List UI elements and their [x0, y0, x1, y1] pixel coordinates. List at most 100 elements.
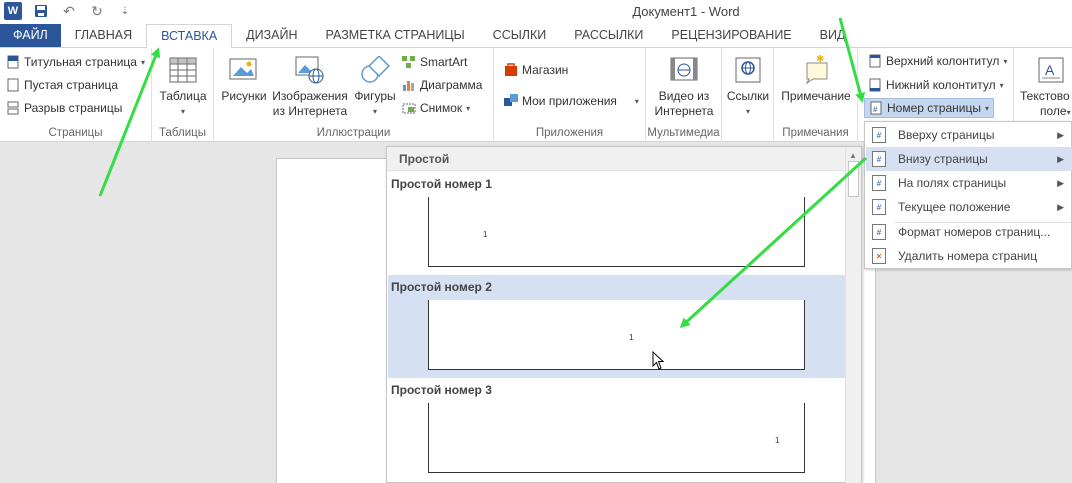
group-label-tables: Таблицы: [159, 127, 206, 139]
tab-view[interactable]: ВИД: [806, 24, 860, 47]
group-label-apps: Приложения: [535, 127, 604, 139]
group-illustrations: Рисунки Изображения из Интернета Фигуры …: [214, 48, 494, 142]
group-links: Ссылки ▾: [722, 48, 774, 142]
title-bar: W ↶ ↻ ⇣ Документ1 - Word: [0, 0, 1072, 24]
smartart-button[interactable]: SmartArt: [402, 55, 467, 69]
ribbon-tabs: ФАЙЛ ГЛАВНАЯ ВСТАВКА ДИЗАЙН РАЗМЕТКА СТР…: [0, 24, 1072, 49]
group-label-illustrations: Иллюстрации: [316, 127, 391, 139]
menu-item-page-margins[interactable]: # На полях страницы ▶: [866, 171, 1072, 195]
gallery-preview: 1: [428, 403, 805, 473]
menu-item-remove-page-numbers[interactable]: ✕ Удалить номера страниц: [866, 244, 1072, 268]
top-of-page-icon: #: [872, 127, 886, 143]
chevron-down-icon: ▾: [1003, 56, 1008, 66]
shapes-icon: [358, 54, 392, 86]
shapes-button[interactable]: Фигуры ▾: [352, 54, 398, 119]
svg-text:A: A: [1045, 62, 1055, 78]
tab-review[interactable]: РЕЦЕНЗИРОВАНИЕ: [657, 24, 805, 47]
page-break-button[interactable]: Разрыв страницы: [6, 101, 122, 115]
online-pictures-button[interactable]: Изображения из Интернета: [268, 54, 352, 119]
menu-item-current-position[interactable]: # Текущее положение ▶: [866, 195, 1072, 219]
page-margins-icon: #: [872, 175, 886, 191]
chevron-down-icon: ▾: [634, 96, 639, 106]
menu-item-format-page-numbers[interactable]: # Формат номеров страниц...: [866, 220, 1072, 244]
page-number-menu: # Вверху страницы ▶ # Внизу страницы ▶ #…: [864, 121, 1072, 269]
tab-design[interactable]: ДИЗАЙН: [232, 24, 311, 47]
footer-icon: [868, 78, 882, 92]
links-button[interactable]: Ссылки ▾: [724, 54, 772, 119]
online-video-button[interactable]: Видео из Интернета: [652, 54, 716, 119]
my-apps-button[interactable]: Мои приложения ▾: [504, 94, 639, 108]
footer-button[interactable]: Нижний колонтитул ▾: [868, 78, 1004, 92]
chart-icon: [402, 78, 416, 92]
header-icon: [868, 54, 882, 68]
chevron-down-icon: ▾: [372, 107, 377, 116]
format-page-numbers-icon: #: [872, 224, 886, 240]
scroll-thumb[interactable]: [848, 161, 859, 197]
chevron-right-icon: ▶: [1057, 201, 1064, 212]
header-button[interactable]: Верхний колонтитул ▾: [868, 54, 1007, 68]
group-comments: ✱ Примечание Примечания: [774, 48, 858, 142]
remove-page-numbers-icon: ✕: [872, 248, 886, 264]
menu-item-bottom-of-page[interactable]: # Внизу страницы ▶: [866, 147, 1072, 171]
window-title: Документ1 - Word: [632, 4, 740, 19]
group-label-pages: Страницы: [48, 127, 103, 139]
table-icon: [166, 54, 200, 86]
page-number-icon: #: [869, 101, 883, 115]
gallery-section-header: Простой: [387, 147, 861, 171]
textbox-button[interactable]: A Текстово поле▾: [1020, 54, 1072, 120]
smartart-icon: [402, 55, 416, 69]
chart-button[interactable]: Диаграмма: [402, 78, 482, 92]
chevron-right-icon: ▶: [1057, 153, 1064, 164]
chevron-right-icon: ▶: [1057, 177, 1064, 188]
my-apps-icon: [504, 94, 518, 108]
group-pages: Титульная страница ▾ Пустая страница Разр…: [0, 48, 152, 142]
online-picture-icon: [293, 54, 327, 86]
chevron-down-icon: ▾: [745, 107, 750, 116]
cover-page-button[interactable]: Титульная страница ▾: [6, 55, 145, 69]
video-icon: [667, 54, 701, 86]
blank-page-button[interactable]: Пустая страница: [6, 78, 118, 92]
gallery-item-simple-1[interactable]: Простой номер 1 1: [388, 172, 846, 275]
gallery-item-simple-3[interactable]: Простой номер 3 1: [388, 378, 846, 481]
pictures-button[interactable]: Рисунки: [218, 54, 270, 104]
tab-page-layout[interactable]: РАЗМЕТКА СТРАНИЦЫ: [312, 24, 479, 47]
chevron-right-icon: ▶: [1057, 129, 1064, 140]
tab-references[interactable]: ССЫЛКИ: [479, 24, 561, 47]
page-number-button[interactable]: # Номер страницы ▾: [864, 98, 994, 118]
textbox-icon: A: [1034, 54, 1068, 86]
tab-home[interactable]: ГЛАВНАЯ: [61, 24, 146, 47]
chevron-down-icon: ▾: [984, 103, 989, 113]
scroll-up-icon[interactable]: ▲: [849, 151, 857, 160]
gallery-preview: 1: [428, 300, 805, 370]
group-media: Видео из Интернета Мультимедиа: [646, 48, 722, 142]
chevron-down-icon: ▾: [466, 103, 471, 113]
blank-page-icon: [6, 78, 20, 92]
comment-icon: ✱: [799, 54, 833, 86]
svg-text:#: #: [873, 105, 878, 114]
tab-insert[interactable]: ВСТАВКА: [146, 24, 233, 49]
group-label-media: Мультимедиа: [647, 127, 720, 139]
tab-file[interactable]: ФАЙЛ: [0, 24, 61, 47]
chevron-down-icon: ▾: [1066, 108, 1071, 117]
gallery-item-simple-2[interactable]: Простой номер 2 1: [388, 275, 846, 378]
screenshot-button[interactable]: Снимок ▾: [402, 101, 470, 115]
mouse-cursor-icon: [652, 351, 665, 370]
comment-button[interactable]: ✱ Примечание: [778, 54, 854, 104]
current-position-icon: #: [872, 199, 886, 215]
picture-icon: [227, 54, 261, 86]
screenshot-icon: [402, 101, 416, 115]
gallery-scrollbar[interactable]: ▲: [845, 147, 861, 483]
table-button[interactable]: Таблица ▾: [159, 54, 207, 119]
chevron-down-icon: ▾: [140, 57, 145, 67]
chevron-down-icon: ▾: [999, 80, 1004, 90]
group-tables: Таблица ▾ Таблицы: [152, 48, 214, 142]
menu-item-top-of-page[interactable]: # Вверху страницы ▶: [866, 123, 1072, 147]
store-icon: [504, 63, 518, 77]
chevron-down-icon: ▾: [180, 107, 185, 116]
page-number-gallery: Простой Простой номер 1 1 Простой номер …: [386, 146, 862, 483]
svg-text:✱: ✱: [816, 55, 824, 65]
link-icon: [731, 54, 765, 86]
page-break-icon: [6, 101, 20, 115]
store-button[interactable]: Магазин: [504, 63, 568, 77]
tab-mailings[interactable]: РАССЫЛКИ: [560, 24, 657, 47]
